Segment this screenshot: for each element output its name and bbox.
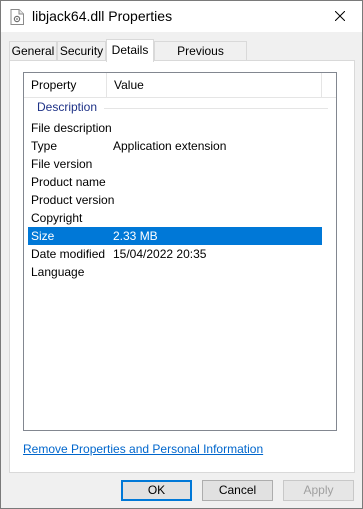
- property-value: 2.33 MB: [113, 229, 158, 243]
- window-title: libjack64.dll Properties: [32, 8, 173, 24]
- property-name: Product version: [31, 193, 115, 207]
- property-name: File version: [31, 157, 93, 171]
- property-value: Application extension: [113, 139, 227, 153]
- tab-general[interactable]: General: [9, 41, 57, 61]
- property-name: Date modified: [31, 247, 106, 261]
- property-name: Size: [31, 229, 55, 243]
- row-date-modified[interactable]: Date modified 15/04/2022 20:35: [24, 245, 336, 263]
- properties-dialog: libjack64.dll Properties General Securit…: [0, 0, 363, 509]
- row-language[interactable]: Language: [24, 263, 336, 281]
- property-name: File description: [31, 121, 112, 135]
- details-panel: Property Value Description File descript…: [9, 60, 355, 473]
- details-list[interactable]: Property Value Description File descript…: [23, 72, 337, 431]
- close-button[interactable]: [318, 1, 362, 32]
- row-product-name[interactable]: Product name: [24, 173, 336, 191]
- row-product-version[interactable]: Product version: [24, 191, 336, 209]
- apply-button[interactable]: Apply: [283, 480, 354, 501]
- tab-security[interactable]: Security: [57, 41, 106, 61]
- property-name: Copyright: [31, 211, 83, 225]
- tab-details[interactable]: Details: [106, 39, 154, 62]
- column-header: Property Value: [24, 73, 336, 98]
- row-type[interactable]: Type Application extension: [24, 137, 336, 155]
- property-name: Language: [31, 265, 85, 279]
- group-label: Description: [37, 100, 98, 114]
- column-property[interactable]: Property: [24, 73, 107, 98]
- dll-file-icon: [10, 9, 24, 25]
- property-value: 15/04/2022 20:35: [113, 247, 207, 261]
- close-icon: [334, 10, 346, 24]
- row-file-description[interactable]: File description: [24, 119, 336, 137]
- group-divider: [104, 108, 328, 109]
- ok-button[interactable]: OK: [121, 480, 192, 501]
- property-name: Type: [31, 139, 58, 153]
- group-description[interactable]: Description: [24, 99, 336, 117]
- title-bar[interactable]: libjack64.dll Properties: [1, 1, 362, 32]
- cancel-button[interactable]: Cancel: [202, 480, 273, 501]
- row-file-version[interactable]: File version: [24, 155, 336, 173]
- remove-properties-link[interactable]: Remove Properties and Personal Informati…: [23, 442, 263, 456]
- row-size[interactable]: Size 2.33 MB: [28, 227, 322, 245]
- row-copyright[interactable]: Copyright: [24, 209, 336, 227]
- tab-previous-versions[interactable]: Previous Versions: [154, 41, 247, 76]
- property-name: Product name: [31, 175, 106, 189]
- column-value[interactable]: Value: [107, 73, 321, 98]
- column-divider[interactable]: [321, 73, 322, 97]
